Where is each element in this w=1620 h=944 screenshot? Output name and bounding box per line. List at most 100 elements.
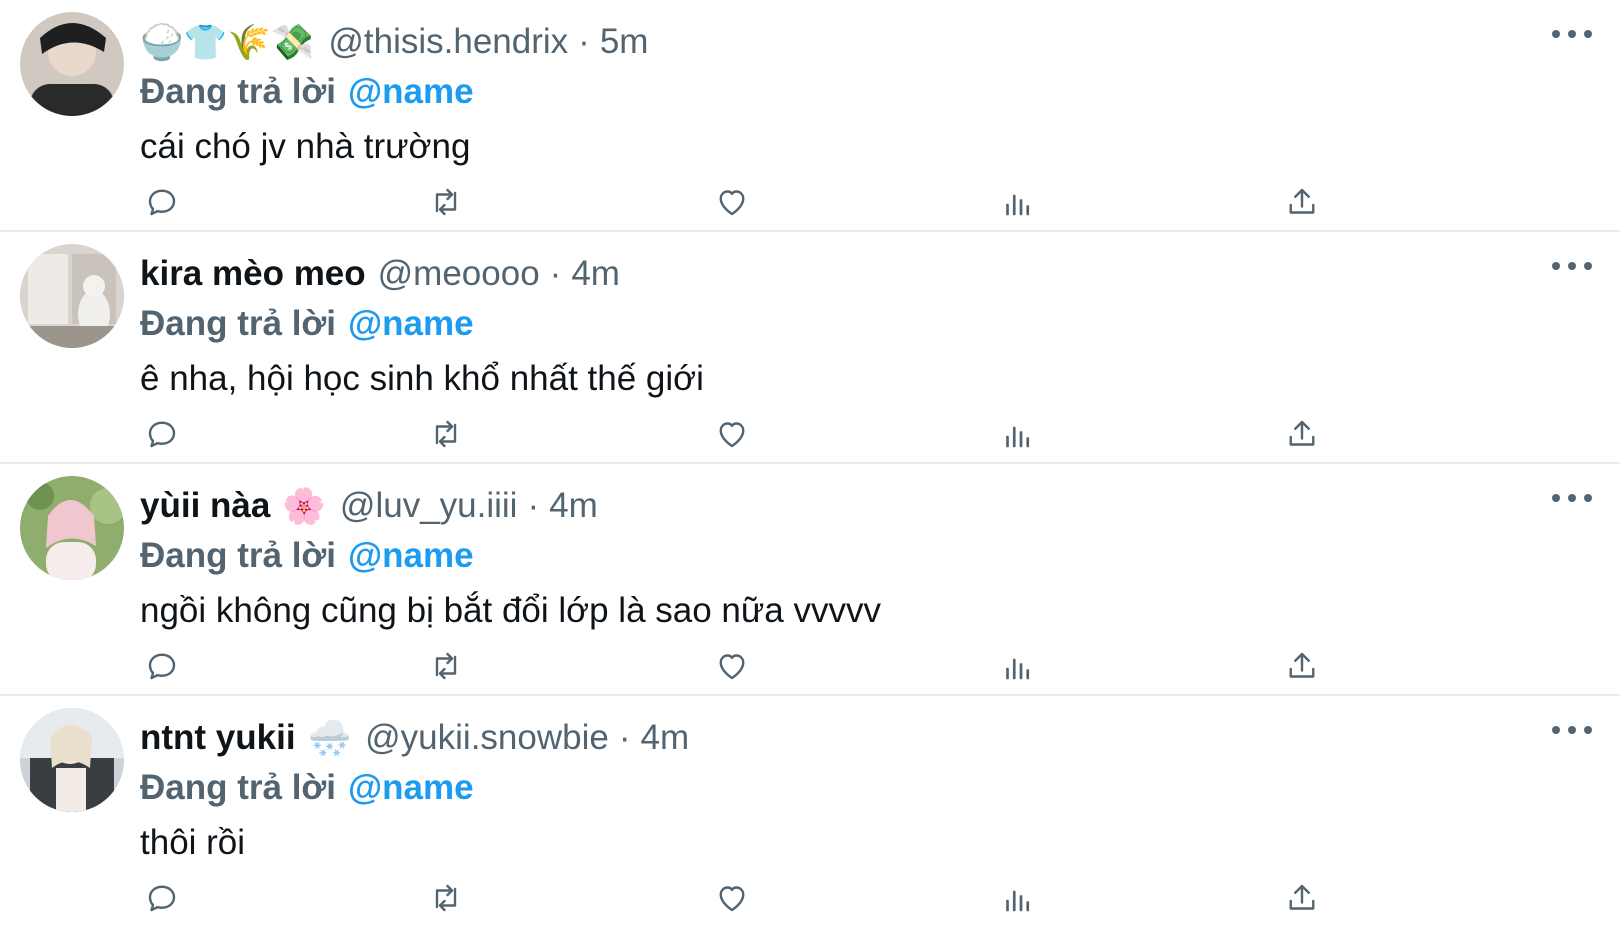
avatar[interactable] bbox=[20, 708, 124, 812]
timestamp[interactable]: 5m bbox=[600, 22, 649, 62]
replying-to-line: Đang trả lời @name bbox=[140, 764, 1510, 812]
views-button[interactable] bbox=[996, 644, 1040, 688]
display-name[interactable]: yùii nàa bbox=[140, 486, 270, 526]
like-icon bbox=[719, 422, 745, 448]
action-bar bbox=[140, 412, 1360, 456]
like-button[interactable] bbox=[710, 180, 754, 224]
separator-dot: · bbox=[549, 254, 562, 293]
views-icon bbox=[1006, 426, 1030, 448]
like-button[interactable] bbox=[710, 644, 754, 688]
share-icon bbox=[1289, 188, 1315, 214]
views-icon bbox=[1006, 194, 1030, 216]
name-emoji: 🍚 👕 🌾 💸 bbox=[140, 22, 314, 63]
share-button[interactable] bbox=[1280, 412, 1324, 456]
name-emoji: 🌸 bbox=[282, 486, 326, 527]
separator-dot: · bbox=[618, 718, 631, 757]
cherry-blossom-emoji: 🌸 bbox=[282, 486, 326, 526]
retweet-button[interactable] bbox=[424, 644, 468, 688]
timestamp[interactable]: 4m bbox=[641, 718, 690, 758]
reply-feed: 🍚 👕 🌾 💸 @thisis.hendrix · 5m Đang trả lờ… bbox=[0, 0, 1620, 928]
tweet[interactable]: ntnt yukii 🌨️ @yukii.snowbie · 4m Đang t… bbox=[0, 696, 1620, 928]
more-icon[interactable] bbox=[1552, 488, 1592, 508]
replying-to-mention[interactable]: @name bbox=[348, 536, 474, 576]
like-button[interactable] bbox=[710, 412, 754, 456]
retweet-icon bbox=[435, 420, 457, 448]
views-button[interactable] bbox=[996, 412, 1040, 456]
avatar[interactable] bbox=[20, 244, 124, 348]
action-bar bbox=[140, 876, 1360, 920]
reply-button[interactable] bbox=[140, 180, 184, 224]
tweet[interactable]: yùii nàa 🌸 @luv_yu.iiii · 4m Đang trả lờ… bbox=[0, 464, 1620, 696]
tweet[interactable]: kira mèo meo @meoooo · 4m Đang trả lời @… bbox=[0, 232, 1620, 464]
share-icon bbox=[1289, 884, 1315, 910]
shirt-emoji: 👕 bbox=[183, 22, 228, 62]
handle[interactable]: @meoooo bbox=[378, 254, 540, 294]
retweet-icon bbox=[435, 188, 457, 216]
tweet-header: kira mèo meo @meoooo · 4m bbox=[140, 248, 1510, 300]
tweet-text: ê nha, hội học sinh khổ nhất thế giới bbox=[140, 359, 704, 398]
replying-prefix: Đang trả lời bbox=[140, 536, 337, 575]
share-button[interactable] bbox=[1280, 644, 1324, 688]
timestamp[interactable]: 4m bbox=[549, 486, 598, 526]
like-button[interactable] bbox=[710, 876, 754, 920]
views-button[interactable] bbox=[996, 180, 1040, 224]
tweet-header: ntnt yukii 🌨️ @yukii.snowbie · 4m bbox=[140, 712, 1510, 764]
name-emoji: 🌨️ bbox=[308, 718, 352, 759]
timestamp[interactable]: 4m bbox=[571, 254, 620, 294]
replying-to-line: Đang trả lời @name bbox=[140, 300, 1510, 348]
like-icon bbox=[719, 886, 745, 912]
money-wings-emoji: 💸 bbox=[270, 22, 315, 62]
reply-icon bbox=[148, 885, 176, 912]
reply-button[interactable] bbox=[140, 876, 184, 920]
like-icon bbox=[719, 654, 745, 680]
rice-bowl-emoji: 🍚 bbox=[140, 22, 184, 62]
views-icon bbox=[1006, 890, 1030, 912]
share-icon bbox=[1289, 652, 1315, 678]
replying-prefix: Đang trả lời bbox=[140, 72, 337, 111]
reply-icon bbox=[148, 421, 176, 448]
more-icon[interactable] bbox=[1552, 24, 1592, 44]
tweet-header: yùii nàa 🌸 @luv_yu.iiii · 4m bbox=[140, 480, 1510, 532]
replying-prefix: Đang trả lời bbox=[140, 304, 337, 343]
like-icon bbox=[719, 190, 745, 216]
rice-plant-emoji: 🌾 bbox=[227, 22, 271, 62]
tweet-text: thôi rồi bbox=[140, 823, 246, 862]
avatar[interactable] bbox=[20, 12, 124, 116]
replying-to-mention[interactable]: @name bbox=[348, 72, 474, 112]
retweet-button[interactable] bbox=[424, 876, 468, 920]
retweet-icon bbox=[435, 652, 457, 680]
avatar[interactable] bbox=[20, 476, 124, 580]
display-name[interactable]: ntnt yukii bbox=[140, 718, 296, 758]
snow-cloud-emoji: 🌨️ bbox=[307, 718, 352, 758]
handle[interactable]: @luv_yu.iiii bbox=[340, 486, 518, 526]
action-bar bbox=[140, 180, 1360, 224]
display-name[interactable]: kira mèo meo bbox=[140, 254, 366, 294]
replying-to-mention[interactable]: @name bbox=[348, 768, 474, 808]
share-button[interactable] bbox=[1280, 180, 1324, 224]
tweet-header: 🍚 👕 🌾 💸 @thisis.hendrix · 5m bbox=[140, 16, 1510, 68]
retweet-icon bbox=[435, 884, 457, 912]
tweet-text: cái chó jv nhà trường bbox=[140, 127, 471, 166]
more-icon[interactable] bbox=[1552, 720, 1592, 740]
replying-to-line: Đang trả lời @name bbox=[140, 532, 1510, 580]
tweet[interactable]: 🍚 👕 🌾 💸 @thisis.hendrix · 5m Đang trả lờ… bbox=[0, 0, 1620, 232]
replying-prefix: Đang trả lời bbox=[140, 768, 337, 807]
retweet-button[interactable] bbox=[424, 180, 468, 224]
views-button[interactable] bbox=[996, 876, 1040, 920]
reply-button[interactable] bbox=[140, 412, 184, 456]
share-button[interactable] bbox=[1280, 876, 1324, 920]
retweet-button[interactable] bbox=[424, 412, 468, 456]
separator-dot: · bbox=[527, 486, 540, 525]
handle[interactable]: @yukii.snowbie bbox=[365, 718, 609, 758]
reply-icon bbox=[148, 653, 176, 680]
share-icon bbox=[1289, 420, 1315, 446]
separator-dot: · bbox=[578, 22, 590, 61]
more-icon[interactable] bbox=[1552, 256, 1592, 276]
handle[interactable]: @thisis.hendrix bbox=[328, 22, 568, 62]
reply-button[interactable] bbox=[140, 644, 184, 688]
replying-to-mention[interactable]: @name bbox=[348, 304, 474, 344]
views-icon bbox=[1006, 658, 1030, 680]
action-bar bbox=[140, 644, 1360, 688]
reply-icon bbox=[148, 189, 176, 216]
tweet-text: ngồi không cũng bị bắt đổi lớp là sao nữ… bbox=[140, 591, 881, 630]
